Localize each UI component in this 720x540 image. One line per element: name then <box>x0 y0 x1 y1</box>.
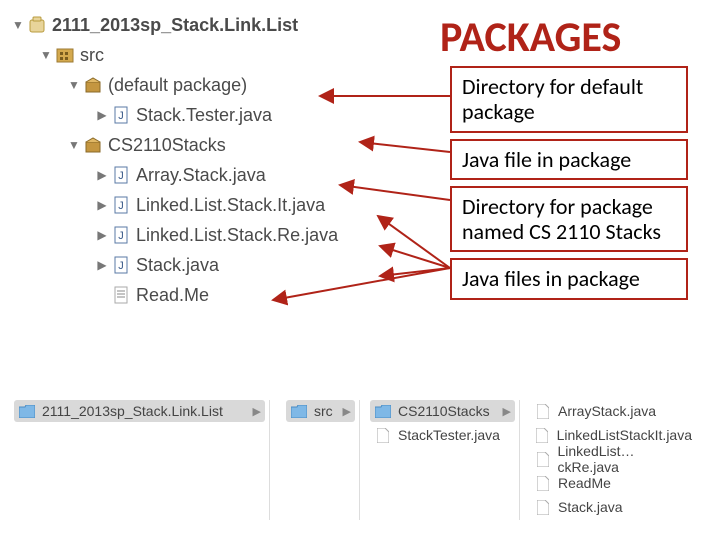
text-file-icon <box>110 285 132 305</box>
finder-item-stack[interactable]: Stack.java <box>530 496 696 518</box>
tree-label: Stack.java <box>136 255 219 276</box>
tree-project[interactable]: 2111_2013sp_Stack.Link.List <box>10 10 338 40</box>
tree-java-file[interactable]: J Linked.List.Stack.It.java <box>94 190 338 220</box>
finder-label: Stack.java <box>558 499 623 515</box>
finder-item-readme[interactable]: ReadMe <box>530 472 696 494</box>
svg-text:J: J <box>118 110 124 122</box>
svg-text:J: J <box>118 260 124 272</box>
expand-icon[interactable] <box>94 228 110 242</box>
finder-label: LinkedListStackIt.java <box>557 427 692 443</box>
file-icon <box>534 451 551 467</box>
java-file-icon: J <box>110 105 132 125</box>
tree-src[interactable]: src <box>38 40 338 70</box>
finder-item-stacktester[interactable]: StackTester.java <box>370 424 515 446</box>
finder-item-linkedre[interactable]: LinkedList…ckRe.java <box>530 448 696 470</box>
expand-icon[interactable] <box>94 198 110 212</box>
java-file-icon: J <box>110 195 132 215</box>
tree-cs2110-package[interactable]: CS2110Stacks <box>66 130 338 160</box>
finder-label: ReadMe <box>558 475 611 491</box>
svg-text:J: J <box>118 170 124 182</box>
folder-icon <box>374 403 392 419</box>
tree-text-file[interactable]: Read.Me <box>94 280 338 310</box>
file-icon <box>534 475 552 491</box>
folder-icon <box>290 403 308 419</box>
tree-java-file[interactable]: J Linked.List.Stack.Re.java <box>94 220 338 250</box>
java-file-icon: J <box>110 255 132 275</box>
tree-label: Linked.List.Stack.Re.java <box>136 225 338 246</box>
tree-label: Linked.List.Stack.It.java <box>136 195 325 216</box>
tree-label: Array.Stack.java <box>136 165 266 186</box>
file-icon <box>534 499 552 515</box>
tree-label: Read.Me <box>136 285 209 306</box>
callout-java-files: Java files in package <box>450 258 688 299</box>
finder-col-3: CS2110Stacks ▶ StackTester.java <box>360 400 520 520</box>
file-icon <box>534 427 551 443</box>
tree-java-file[interactable]: J Stack.java <box>94 250 338 280</box>
finder-label: 2111_2013sp_Stack.Link.List <box>42 403 223 419</box>
java-file-icon: J <box>110 165 132 185</box>
finder-item-src[interactable]: src ▶ <box>286 400 355 422</box>
tree-default-package[interactable]: (default package) <box>66 70 338 100</box>
finder-label: StackTester.java <box>398 427 500 443</box>
tree-label: src <box>80 45 104 66</box>
src-folder-icon <box>54 45 76 65</box>
package-icon <box>82 75 104 95</box>
expand-icon[interactable] <box>10 18 26 32</box>
callout-default-pkg: Directory for default package <box>450 66 688 133</box>
expand-icon[interactable] <box>94 258 110 272</box>
svg-text:J: J <box>118 230 124 242</box>
finder-col-4: ArrayStack.java LinkedListStackIt.java L… <box>520 400 700 520</box>
expand-icon[interactable] <box>94 168 110 182</box>
tree-label: 2111_2013sp_Stack.Link.List <box>52 15 298 36</box>
chevron-right-icon: ▶ <box>503 405 511 418</box>
tree-label: Stack.Tester.java <box>136 105 272 126</box>
callout-java-file: Java file in package <box>450 139 688 180</box>
package-explorer: 2111_2013sp_Stack.Link.List src (default… <box>10 10 338 310</box>
java-file-icon: J <box>110 225 132 245</box>
finder-item-project[interactable]: 2111_2013sp_Stack.Link.List ▶ <box>14 400 265 422</box>
finder-col-1: 2111_2013sp_Stack.Link.List ▶ <box>10 400 270 520</box>
callout-stack: Directory for default package Java file … <box>450 66 688 300</box>
finder-browser: 2111_2013sp_Stack.Link.List ▶ src ▶ CS21… <box>10 400 710 520</box>
finder-label: CS2110Stacks <box>398 403 490 419</box>
slide-title: PACKAGES <box>440 12 621 63</box>
finder-label: ArrayStack.java <box>558 403 656 419</box>
finder-label: src <box>314 403 333 419</box>
tree-label: CS2110Stacks <box>108 135 226 156</box>
chevron-right-icon: ▶ <box>343 405 351 418</box>
expand-icon[interactable] <box>66 78 82 92</box>
finder-label: LinkedList…ckRe.java <box>557 443 692 475</box>
callout-cs2110-pkg: Directory for package named CS 2110 Stac… <box>450 186 688 253</box>
expand-icon[interactable] <box>66 138 82 152</box>
package-icon <box>82 135 104 155</box>
finder-item-arraystack[interactable]: ArrayStack.java <box>530 400 696 422</box>
chevron-right-icon: ▶ <box>253 405 261 418</box>
svg-text:J: J <box>118 200 124 212</box>
project-icon <box>26 15 48 35</box>
finder-col-2: src ▶ <box>270 400 360 520</box>
finder-item-cs2110[interactable]: CS2110Stacks ▶ <box>370 400 515 422</box>
folder-icon <box>18 403 36 419</box>
file-icon <box>374 427 392 443</box>
tree-label: (default package) <box>108 75 247 96</box>
file-icon <box>534 403 552 419</box>
tree-java-file[interactable]: J Array.Stack.java <box>94 160 338 190</box>
tree-java-file[interactable]: J Stack.Tester.java <box>94 100 338 130</box>
expand-icon[interactable] <box>38 48 54 62</box>
expand-icon[interactable] <box>94 108 110 122</box>
